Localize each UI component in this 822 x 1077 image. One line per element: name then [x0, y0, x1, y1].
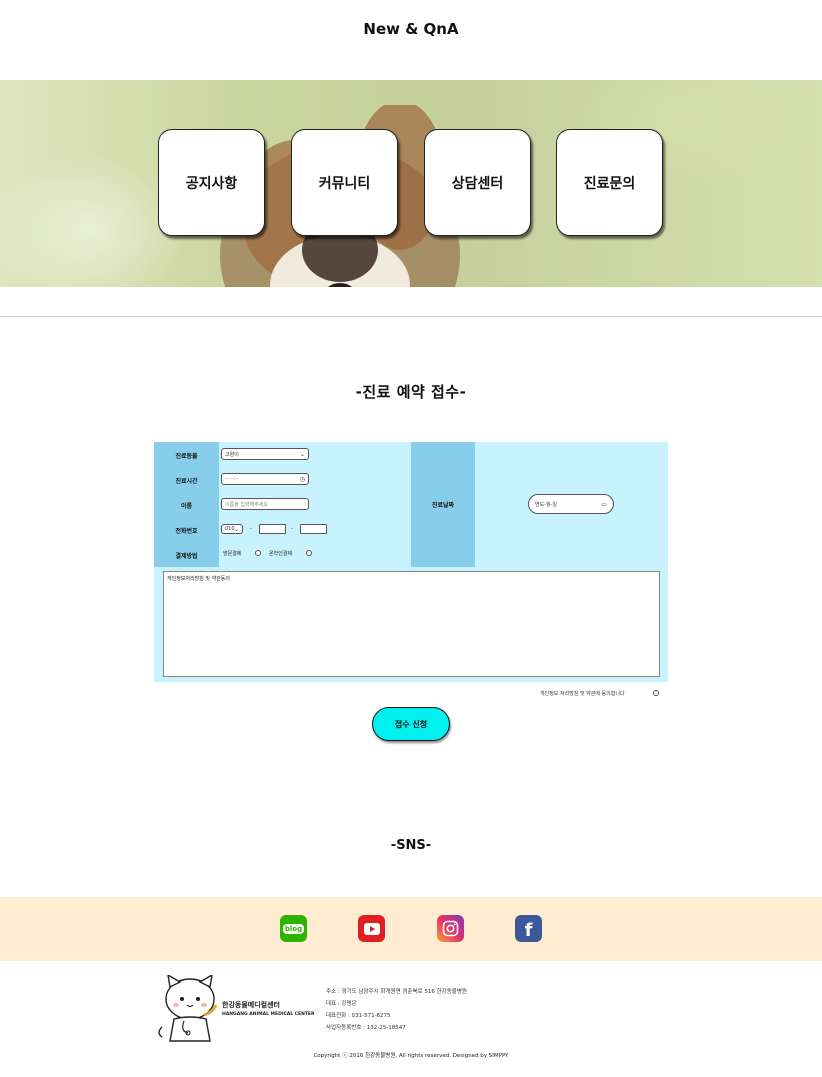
cat-doctor-logo — [158, 975, 218, 1042]
sns-bar: blog f — [0, 897, 822, 961]
time-input[interactable]: -- --:-- ◷ — [221, 473, 309, 485]
label-payment: 결제방법 — [175, 553, 198, 560]
name-input[interactable]: 이름을 입력해주세요 — [221, 498, 309, 510]
section-title-news: New & QnA — [363, 20, 459, 38]
submit-button[interactable]: 접수 신청 — [372, 707, 450, 741]
page: New & QnA 공지사항 커뮤니티 상담센터 진료문의 -진료 예약 접수-… — [0, 0, 822, 1077]
label-name: 이름 — [180, 503, 193, 510]
label-date: 진료날짜 — [411, 442, 475, 567]
phone-last-input[interactable] — [300, 524, 327, 534]
animal-select[interactable]: 고양이 ⌄ — [221, 448, 309, 460]
footer-address: 주소 : 경기도 남양주시 화개원면 경춘북로 516 한강동물병원 — [326, 989, 467, 995]
agree-radio[interactable] — [653, 690, 659, 696]
terms-text: 개인정보처리방침 및 약관동의 — [167, 576, 230, 582]
name-input-placeholder: 이름을 입력해주세요 — [225, 501, 268, 508]
facebook-f-glyph: f — [524, 920, 533, 941]
youtube-play-icon — [363, 922, 380, 935]
section-title-reservation: -진료 예약 접수- — [355, 383, 467, 401]
payment-option-online-label: 온라인결제 — [269, 551, 293, 557]
payment-option-online-radio[interactable] — [306, 550, 312, 556]
footer-brand-ko: 한강동물메디컬센터 — [222, 1001, 280, 1009]
clock-icon: ◷ — [299, 475, 305, 483]
payment-option-visit-label: 방문결제 — [223, 551, 242, 557]
animal-select-value: 고양이 — [225, 451, 239, 458]
menu-card-counseling[interactable]: 상담센터 — [424, 129, 531, 236]
calendar-icon: ▭ — [601, 500, 607, 508]
date-input-placeholder: 연도-월-일 — [535, 501, 558, 508]
payment-option-visit-radio[interactable] — [255, 550, 261, 556]
footer-copyright: Copyright ⓒ 2016 한강동물병원. All rights rese… — [313, 1053, 509, 1059]
blog-icon[interactable]: blog — [280, 915, 307, 942]
phone-middle-input[interactable] — [259, 524, 286, 534]
chevron-down-icon: ⌄ — [299, 450, 305, 458]
label-phone: 전화번호 — [175, 528, 198, 535]
time-input-placeholder: -- --:-- — [225, 476, 240, 482]
blog-icon-label: blog — [282, 923, 305, 934]
menu-card-inquiry[interactable]: 진료문의 — [556, 129, 663, 236]
hero-banner: 공지사항 커뮤니티 상담센터 진료문의 — [0, 80, 822, 287]
reservation-form: 진료동물 진료시간 이름 전화번호 결제방법 고양이 ⌄ -- --:-- ◷ … — [154, 442, 668, 682]
section-divider — [0, 316, 822, 317]
label-time: 진료시간 — [175, 478, 198, 485]
label-date-text: 진료날짜 — [431, 502, 455, 509]
section-title-sns: -SNS- — [390, 838, 432, 853]
menu-card-community[interactable]: 커뮤니티 — [291, 129, 398, 236]
footer-phone: 대표전화 : 031-571-8275 — [326, 1013, 391, 1019]
menu-card-notice[interactable]: 공지사항 — [158, 129, 265, 236]
date-input[interactable]: 연도-월-일 ▭ — [528, 494, 614, 514]
phone-dash-1: - — [250, 526, 252, 532]
instagram-camera-icon — [442, 920, 459, 937]
phone-prefix-select[interactable]: 010 ⌄ — [221, 524, 243, 534]
phone-dash-2: - — [291, 526, 293, 532]
chevron-down-icon: ⌄ — [233, 525, 239, 533]
footer-brand-en: HANGANG ANIMAL MEDICAL CENTER — [222, 1012, 315, 1017]
label-animal: 진료동물 — [175, 453, 198, 460]
youtube-icon[interactable] — [358, 915, 385, 942]
terms-textarea[interactable]: 개인정보처리방침 및 약관동의 — [163, 571, 660, 677]
footer-ceo: 대표 : 강명은 — [326, 1001, 357, 1007]
agree-label: 개인정보 처리방침 및 약관에 동의합니다 — [540, 691, 625, 697]
footer-business-no: 사업자등록번호 : 132-25-18547 — [326, 1025, 406, 1031]
facebook-icon[interactable]: f — [515, 915, 542, 942]
instagram-icon[interactable] — [437, 915, 464, 942]
